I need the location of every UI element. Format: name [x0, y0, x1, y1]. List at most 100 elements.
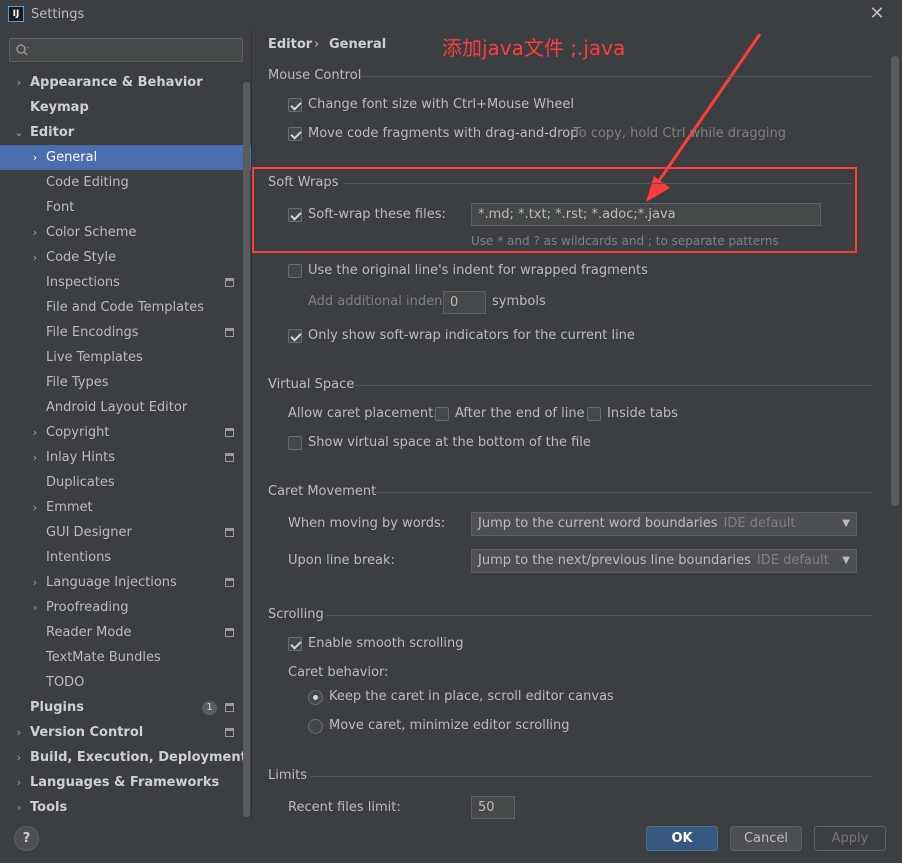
sidebar-item-gui-designer[interactable]: GUI Designer — [0, 520, 251, 545]
wrap-indicators-checkbox[interactable] — [288, 329, 302, 343]
sidebar-item-copyright[interactable]: › Copyright — [0, 420, 251, 445]
soft-wrap-checkbox[interactable] — [288, 208, 302, 222]
settings-search-box[interactable] — [9, 38, 243, 62]
chevron-right-icon[interactable]: › — [13, 795, 25, 820]
original-indent-checkbox[interactable] — [288, 264, 302, 278]
cancel-button[interactable]: Cancel — [730, 826, 802, 851]
sidebar-item-keymap[interactable]: Keymap — [0, 95, 251, 120]
keep-caret-label[interactable]: Keep the caret in place, scroll editor c… — [329, 689, 614, 704]
sidebar-item-plugins[interactable]: Plugins 1 — [0, 695, 251, 720]
line-break-label: Upon line break: — [288, 553, 395, 568]
sidebar-item-editor[interactable]: ⌄ Editor — [0, 120, 251, 145]
font-size-ctrl-wheel-label[interactable]: Change font size with Ctrl+Mouse Wheel — [308, 97, 574, 112]
chevron-right-icon[interactable]: › — [29, 145, 41, 170]
project-scope-icon — [225, 703, 234, 712]
show-virtual-space-label[interactable]: Show virtual space at the bottom of the … — [308, 435, 591, 450]
chevron-right-icon[interactable]: › — [13, 745, 25, 770]
sidebar-item-label: Font — [46, 200, 75, 215]
sidebar-item-code-style[interactable]: › Code Style — [0, 245, 251, 270]
soft-wrap-patterns-input[interactable] — [471, 203, 821, 226]
line-break-dropdown[interactable]: Jump to the next/previous line boundarie… — [471, 549, 857, 573]
sidebar-item-font[interactable]: Font — [0, 195, 251, 220]
chevron-right-icon[interactable]: › — [13, 70, 25, 95]
chevron-right-icon[interactable]: › — [13, 770, 25, 795]
soft-wrap-label[interactable]: Soft-wrap these files: — [308, 207, 446, 222]
sidebar-item-android-layout-editor[interactable]: Android Layout Editor — [0, 395, 251, 420]
line-break-value: Jump to the next/previous line boundarie… — [478, 553, 751, 568]
sidebar-item-code-editing[interactable]: Code Editing — [0, 170, 251, 195]
drag-drop-checkbox[interactable] — [288, 127, 302, 141]
keep-caret-radio[interactable] — [308, 690, 323, 705]
apply-button[interactable]: Apply — [814, 826, 886, 851]
sidebar-item-inlay-hints[interactable]: › Inlay Hints — [0, 445, 251, 470]
chevron-right-icon[interactable]: › — [29, 445, 41, 470]
ok-button[interactable]: OK — [646, 826, 718, 851]
after-end-of-line-checkbox[interactable] — [435, 407, 449, 421]
virtual-space-title: Virtual Space — [268, 377, 355, 392]
sidebar-item-file-types[interactable]: File Types — [0, 370, 251, 395]
move-caret-label[interactable]: Move caret, minimize editor scrolling — [329, 718, 570, 733]
sidebar-item-proofreading[interactable]: › Proofreading — [0, 595, 251, 620]
chevron-right-icon[interactable]: › — [13, 720, 25, 745]
project-scope-icon — [225, 528, 234, 537]
sidebar-item-label: TextMate Bundles — [46, 650, 161, 665]
window-title: Settings — [31, 7, 85, 22]
sidebar-item-version-control[interactable]: › Version Control — [0, 720, 251, 745]
sidebar-item-language-injections[interactable]: › Language Injections — [0, 570, 251, 595]
chevron-right-icon[interactable]: › — [29, 220, 41, 245]
moving-by-words-dropdown[interactable]: Jump to the current word boundaries IDE d… — [471, 512, 857, 536]
sidebar-item-label: Appearance & Behavior — [30, 75, 203, 90]
recent-files-input[interactable] — [471, 796, 515, 819]
chevron-down-icon[interactable]: ⌄ — [13, 120, 25, 145]
inside-tabs-label[interactable]: Inside tabs — [607, 406, 678, 421]
content-scrollbar[interactable] — [891, 56, 899, 506]
ide-default-label: IDE default — [723, 516, 796, 531]
red-annotation-text: 添加java文件 ;.java — [442, 36, 626, 60]
sidebar-item-label: File Encodings — [46, 325, 139, 340]
additional-indent-input[interactable] — [443, 291, 486, 314]
sidebar-item-reader-mode[interactable]: Reader Mode — [0, 620, 251, 645]
settings-search-input[interactable] — [32, 41, 232, 59]
sidebar-item-file-encodings[interactable]: File Encodings — [0, 320, 251, 345]
drag-drop-label[interactable]: Move code fragments with drag-and-drop — [308, 126, 578, 141]
sidebar-item-appearance-behavior[interactable]: › Appearance & Behavior — [0, 70, 251, 95]
sidebar-item-intentions[interactable]: Intentions — [0, 545, 251, 570]
sidebar-item-textmate-bundles[interactable]: TextMate Bundles — [0, 645, 251, 670]
chevron-right-icon[interactable]: › — [29, 245, 41, 270]
sidebar-item-todo[interactable]: TODO — [0, 670, 251, 695]
close-icon[interactable]: ✕ — [866, 3, 888, 25]
dialog-footer: ? OK Cancel Apply — [0, 820, 902, 863]
inside-tabs-checkbox[interactable] — [587, 407, 601, 421]
sidebar-item-tools[interactable]: › Tools — [0, 795, 251, 820]
wrap-indicators-label[interactable]: Only show soft-wrap indicators for the c… — [308, 328, 635, 343]
chevron-right-icon[interactable]: › — [29, 595, 41, 620]
breadcrumb-separator: › — [314, 37, 320, 52]
update-count-badge: 1 — [202, 701, 217, 715]
sidebar-item-label: Build, Execution, Deployment — [30, 750, 247, 765]
font-size-ctrl-wheel-checkbox[interactable] — [288, 98, 302, 112]
after-end-of-line-label[interactable]: After the end of line — [455, 406, 585, 421]
sidebar-item-build-execution-deployment[interactable]: › Build, Execution, Deployment — [0, 745, 251, 770]
original-indent-label[interactable]: Use the original line's indent for wrapp… — [308, 263, 648, 278]
sidebar-item-languages-frameworks[interactable]: › Languages & Frameworks — [0, 770, 251, 795]
section-divider — [344, 183, 852, 184]
show-virtual-space-checkbox[interactable] — [288, 436, 302, 450]
sidebar-item-label: Emmet — [46, 500, 93, 515]
sidebar-item-emmet[interactable]: › Emmet — [0, 495, 251, 520]
sidebar-scrollbar[interactable] — [243, 82, 250, 817]
chevron-right-icon[interactable]: › — [29, 420, 41, 445]
sidebar-item-inspections[interactable]: Inspections — [0, 270, 251, 295]
help-button[interactable]: ? — [14, 826, 39, 851]
sidebar-item-live-templates[interactable]: Live Templates — [0, 345, 251, 370]
smooth-scrolling-label[interactable]: Enable smooth scrolling — [308, 636, 464, 651]
sidebar-item-file-and-code-templates[interactable]: File and Code Templates — [0, 295, 251, 320]
sidebar-item-duplicates[interactable]: Duplicates — [0, 470, 251, 495]
chevron-right-icon[interactable]: › — [29, 495, 41, 520]
move-caret-radio[interactable] — [308, 719, 323, 734]
project-scope-icon — [225, 428, 234, 437]
breadcrumb-editor[interactable]: Editor — [268, 37, 312, 52]
sidebar-item-color-scheme[interactable]: › Color Scheme — [0, 220, 251, 245]
sidebar-item-general[interactable]: › General — [0, 145, 251, 170]
smooth-scrolling-checkbox[interactable] — [288, 637, 302, 651]
chevron-right-icon[interactable]: › — [29, 570, 41, 595]
